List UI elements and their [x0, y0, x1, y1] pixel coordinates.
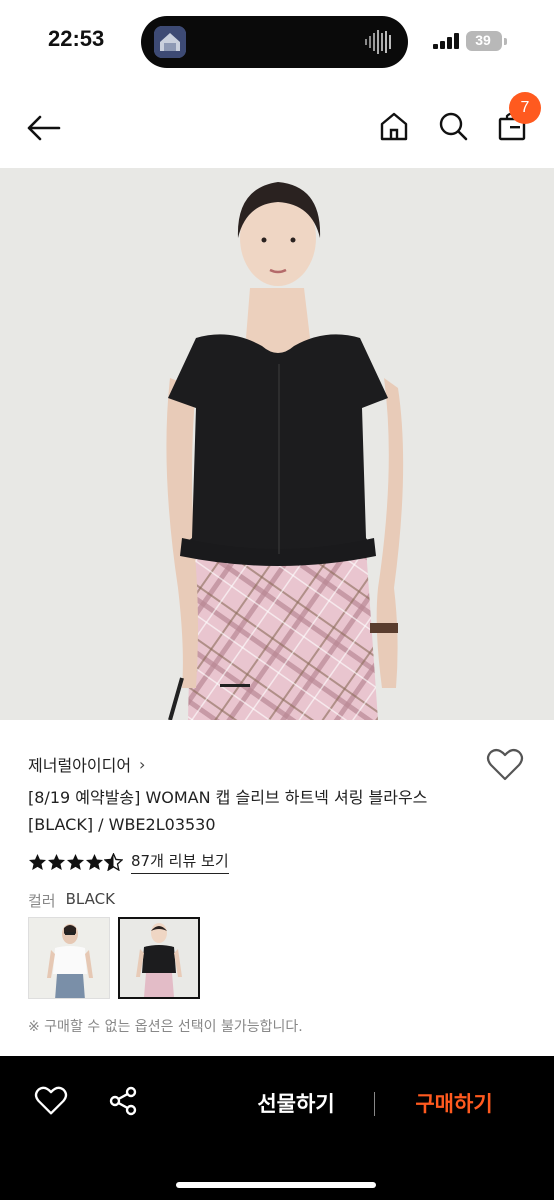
gift-button[interactable]: 선물하기: [236, 1086, 356, 1122]
home-button[interactable]: [372, 104, 416, 148]
heart-icon: [34, 1086, 68, 1115]
star-icon: [66, 853, 85, 871]
top-nav: [0, 84, 554, 168]
swatch-white-thumbnail: [29, 918, 109, 998]
image-indicator: [220, 684, 250, 687]
color-row: 컬러 BLACK: [28, 890, 115, 911]
battery-level: 39: [475, 32, 491, 48]
model-photo: [0, 168, 554, 720]
star-icon: [85, 853, 104, 871]
search-button[interactable]: [431, 104, 475, 148]
dynamic-island-app-icon[interactable]: [154, 26, 186, 58]
battery-cap: [504, 38, 507, 45]
chevron-right-icon: ›: [139, 754, 146, 774]
bar-divider: [374, 1092, 375, 1116]
wishlist-button[interactable]: [486, 748, 526, 784]
rating-stars: [28, 853, 123, 871]
color-value: BLACK: [65, 890, 115, 908]
like-button[interactable]: [34, 1086, 74, 1122]
half-star-icon: [104, 853, 123, 871]
signal-icon: [433, 33, 459, 49]
battery-icon: 39: [466, 31, 502, 51]
star-icon: [47, 853, 66, 871]
star-icon: [28, 853, 47, 871]
search-icon: [439, 112, 468, 141]
review-link[interactable]: 87개 리뷰 보기: [131, 850, 229, 874]
back-button[interactable]: [22, 106, 66, 150]
heart-outline-icon: [486, 748, 524, 781]
bottom-action-bar: 선물하기 구매하기: [0, 1056, 554, 1200]
color-swatch-white[interactable]: [28, 917, 110, 999]
dynamic-island[interactable]: [141, 16, 408, 68]
option-notice: ※ 구매할 수 없는 옵션은 선택이 불가능합니다.: [28, 1019, 303, 1035]
buy-button[interactable]: 구매하기: [392, 1086, 516, 1122]
status-bar: 22:53 39: [0, 0, 554, 84]
home-icon: [380, 112, 408, 141]
rating-row: 87개 리뷰 보기: [28, 850, 229, 874]
brand-name: 제너럴아이디어: [28, 756, 132, 775]
back-arrow-icon: [27, 115, 61, 141]
audio-wave-icon: [365, 30, 391, 54]
share-icon: [109, 1086, 137, 1116]
color-swatch-black[interactable]: [118, 917, 200, 999]
brand-link[interactable]: 제너럴아이디어 ›: [28, 752, 145, 776]
share-button[interactable]: [108, 1086, 144, 1122]
color-label: 컬러: [28, 892, 56, 910]
cart-count-badge: 7: [509, 92, 541, 124]
status-time: 22:53: [48, 26, 105, 51]
swatch-black-thumbnail: [120, 919, 198, 997]
product-title: [8/19 예약발송] WOMAN 캡 슬리브 하트넥 셔링 블라우스 [BLA…: [28, 788, 428, 834]
product-image[interactable]: [0, 168, 554, 720]
home-indicator[interactable]: [176, 1182, 376, 1188]
